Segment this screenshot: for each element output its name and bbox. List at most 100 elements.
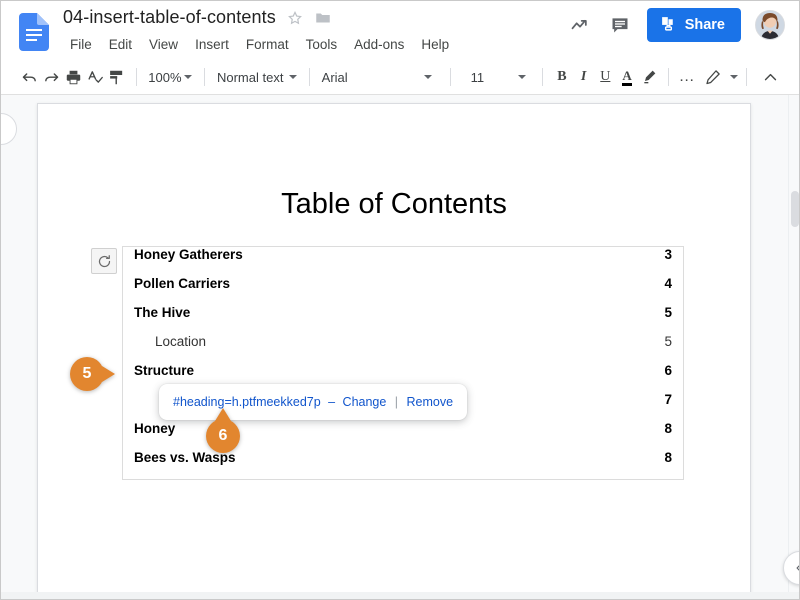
chevron-down-icon[interactable] <box>423 75 432 79</box>
menu-bar: File Edit View Insert Format Tools Add-o… <box>63 35 456 54</box>
font-family-value: Arial <box>321 69 348 85</box>
toolbar-divider <box>135 68 137 86</box>
toc-entry-label[interactable]: The Hive <box>134 305 190 320</box>
callout-number: 6 <box>218 427 228 444</box>
star-outline-icon[interactable] <box>286 9 304 27</box>
callout-step-6: 6 <box>206 408 240 453</box>
menu-item-format[interactable]: Format <box>239 35 296 54</box>
font-family-select[interactable]: Arial <box>318 65 398 89</box>
toc-entry-label[interactable]: Honey Gatherers <box>134 247 243 262</box>
toolbar-divider <box>449 68 451 86</box>
print-icon[interactable] <box>64 64 82 90</box>
toolbar-divider <box>308 68 310 86</box>
page-title: Table of Contents <box>281 188 507 220</box>
menu-item-file[interactable]: File <box>63 35 99 54</box>
italic-button[interactable]: I <box>575 64 593 90</box>
activity-trending-icon[interactable] <box>567 12 593 38</box>
toc-entry-page: 8 <box>664 450 672 465</box>
toc-entry-label[interactable]: Pollen Carriers <box>134 276 230 291</box>
refresh-toc-icon[interactable] <box>91 248 117 274</box>
link-dash: – <box>328 395 336 409</box>
toc-entry-page: 4 <box>664 276 672 291</box>
share-button[interactable]: Share <box>646 8 741 42</box>
toolbar-divider <box>204 68 205 86</box>
pencil-edit-icon[interactable] <box>700 64 726 90</box>
chevron-up-icon[interactable] <box>757 64 783 90</box>
share-button-label: Share <box>684 17 725 33</box>
outline-toggle-icon[interactable] <box>1 113 17 145</box>
table-of-contents[interactable]: Honey Gatherers 3 Pollen Carriers 4 The … <box>91 246 684 480</box>
bold-label: B <box>557 69 567 84</box>
toolbar-divider <box>542 68 544 86</box>
folder-icon[interactable] <box>314 9 332 27</box>
spellcheck-icon[interactable] <box>86 64 104 90</box>
table-row[interactable]: Bees vs. Wasps 8 <box>123 450 683 479</box>
toc-entry-label[interactable]: Structure <box>134 363 194 378</box>
text-color-button[interactable]: A <box>618 64 636 90</box>
menu-item-tools[interactable]: Tools <box>299 35 345 54</box>
toc-entry-page: 7 <box>664 392 672 407</box>
chevron-down-icon[interactable] <box>518 75 527 79</box>
menu-item-addons[interactable]: Add-ons <box>347 35 411 54</box>
toc-entry-label[interactable]: Honey <box>134 421 175 436</box>
toc-entry-page: 5 <box>664 305 672 320</box>
table-row[interactable]: Location 5 <box>123 334 683 363</box>
window-bottom-strip <box>1 592 799 599</box>
share-lock-icon <box>660 15 677 36</box>
font-size-select[interactable]: 11 <box>458 65 496 89</box>
underline-label: U <box>600 69 611 84</box>
menu-item-insert[interactable]: Insert <box>188 35 236 54</box>
callout-number: 5 <box>82 365 92 382</box>
toolbar-divider <box>746 68 748 86</box>
text-color-label: A <box>622 69 632 86</box>
toc-entry-page: 5 <box>664 334 672 349</box>
document-canvas: Table of Contents Honey Gatherers 3 Poll… <box>1 95 799 599</box>
italic-label: I <box>580 69 587 84</box>
link-separator: | <box>394 395 399 409</box>
paint-format-icon[interactable] <box>108 64 126 90</box>
google-docs-window: 04-insert-table-of-contents File Edit Vi… <box>0 0 800 600</box>
toc-entry-page: 8 <box>664 421 672 436</box>
undo-icon[interactable] <box>21 64 39 90</box>
vertical-scrollbar[interactable] <box>788 95 799 599</box>
table-row[interactable]: Pollen Carriers 4 <box>123 276 683 305</box>
paragraph-style-select[interactable]: Normal text <box>213 65 301 89</box>
table-row[interactable]: Honey Gatherers 3 <box>123 247 683 276</box>
more-options-button[interactable]: … <box>678 64 696 90</box>
toc-entry-page: 3 <box>664 247 672 262</box>
app-header: 04-insert-table-of-contents File Edit Vi… <box>1 1 799 59</box>
more-label: … <box>678 68 696 86</box>
chevron-down-icon[interactable] <box>730 75 739 79</box>
bold-button[interactable]: B <box>553 64 571 90</box>
document-page[interactable]: Table of Contents Honey Gatherers 3 Poll… <box>37 103 751 599</box>
google-docs-logo[interactable] <box>19 13 49 51</box>
remove-link-button[interactable]: Remove <box>407 395 454 409</box>
chevron-left-icon[interactable] <box>783 551 799 585</box>
toolbar-right-group <box>698 64 799 90</box>
redo-icon[interactable] <box>43 64 61 90</box>
zoom-value: 100% <box>148 69 182 85</box>
menu-item-edit[interactable]: Edit <box>102 35 139 54</box>
menu-item-help[interactable]: Help <box>414 35 456 54</box>
zoom-select[interactable]: 100% <box>144 65 196 89</box>
menu-item-view[interactable]: View <box>142 35 185 54</box>
link-preview-popup[interactable]: #heading=h.ptfmeekked7p – Change | Remov… <box>159 384 468 420</box>
document-title-row: 04-insert-table-of-contents <box>63 7 332 28</box>
comment-bubble-icon[interactable] <box>607 12 633 38</box>
highlight-pen-icon[interactable] <box>640 64 658 90</box>
font-size-value: 11 <box>470 69 485 85</box>
toolbar-divider <box>667 68 669 86</box>
table-row[interactable]: The Hive 5 <box>123 305 683 334</box>
document-title[interactable]: 04-insert-table-of-contents <box>63 7 276 28</box>
change-link-button[interactable]: Change <box>343 395 387 409</box>
scrollbar-thumb[interactable] <box>791 191 799 227</box>
callout-step-5: 5 <box>70 357 115 391</box>
underline-button[interactable]: U <box>596 64 614 90</box>
link-url[interactable]: #heading=h.ptfmeekked7p <box>173 395 321 409</box>
chevron-down-icon <box>184 75 193 79</box>
toc-entry-page: 6 <box>664 363 672 378</box>
toc-entry-label[interactable]: Location <box>155 334 206 349</box>
paragraph-style-value: Normal text <box>216 69 284 85</box>
formatting-toolbar: 100% Normal text Arial 11 B I U A … <box>1 59 799 95</box>
avatar[interactable] <box>755 10 785 40</box>
